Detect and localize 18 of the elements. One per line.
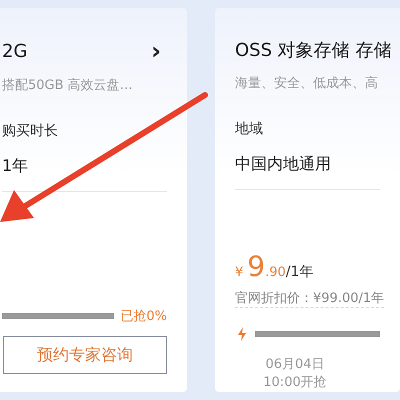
option-label: 购买时长	[2, 122, 59, 140]
product-title: 2G	[2, 40, 28, 62]
product-subtitle: 海量、安全、低成本、高	[235, 75, 379, 92]
start-date: 06月04日	[265, 356, 325, 374]
progress-reading: 已抢0%	[120, 308, 167, 325]
lightning-icon	[235, 326, 249, 342]
currency-sign: ¥	[235, 265, 244, 280]
price-decimal: .90	[265, 265, 286, 280]
product-title: OSS 对象存储 存储	[235, 39, 392, 62]
option-value[interactable]: 中国内地通用	[235, 154, 380, 176]
original-price: 官网折扣价：¥99.00/1年	[235, 289, 384, 308]
product-subtitle: 搭配50GB 高效云盘…	[2, 77, 134, 94]
chevron[interactable]: ›	[151, 38, 161, 64]
option-label: 地域	[235, 120, 264, 138]
price-integer: 9	[247, 250, 266, 283]
start-time: 10:00开抢	[263, 374, 327, 392]
price-unit: /1年	[286, 263, 314, 281]
option-value[interactable]: 1年	[2, 156, 167, 177]
